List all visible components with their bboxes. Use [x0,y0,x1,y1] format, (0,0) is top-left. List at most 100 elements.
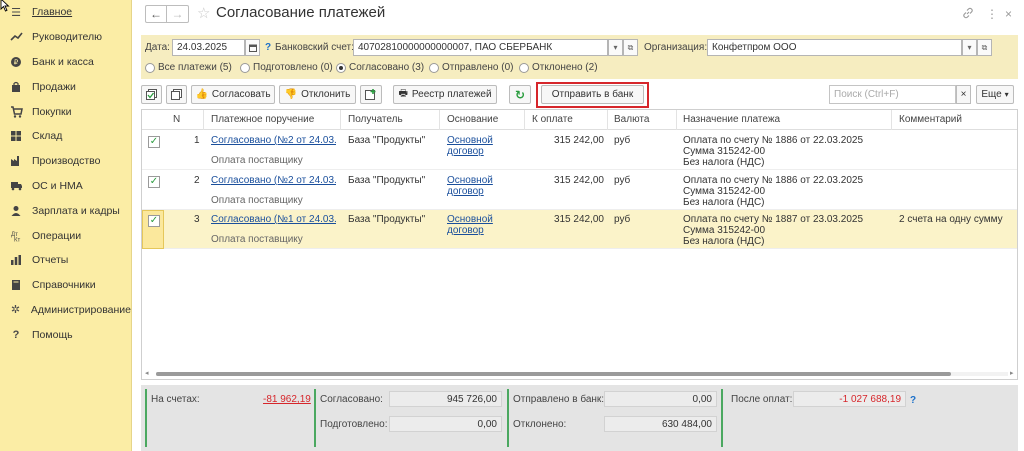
header-basis[interactable]: Основание [447,114,498,125]
uncheck-all-button[interactable] [166,85,187,104]
header-purpose[interactable]: Назначение платежа [683,114,780,125]
title-bar: ← → ☆ Согласование платежей ⋮ × [133,0,1024,30]
close-icon[interactable]: × [1005,7,1012,21]
sent-section: Отправлено в банк: 0,00 Отклонено: 630 4… [507,389,720,447]
header-n[interactable]: N [173,114,180,125]
basis-link[interactable]: Основной [447,135,493,146]
link-icon[interactable] [962,7,974,22]
cart-icon [9,105,23,119]
basis-link[interactable]: договор [447,225,484,236]
payment-order-link[interactable]: Согласовано (№1 от 24.03.... [211,214,336,225]
open-account-icon[interactable]: ⧉ [623,39,638,56]
sidebar-item-operations[interactable]: Дт Кт Операции [0,223,131,248]
basis-link[interactable]: Основной [447,175,493,186]
person-icon [9,204,23,218]
accounts-section: На счетах: -81 962,19 [145,389,313,447]
sidebar-item-purchases[interactable]: Покупки [0,99,131,124]
sidebar-item-help[interactable]: ? Помощь [0,322,131,347]
payment-order-sub: Оплата поставщику [211,195,303,206]
refresh-button[interactable]: ↻ [509,85,531,104]
radio-prepared[interactable]: Подготовлено (0) [240,62,333,73]
factory-icon [9,154,23,168]
account-field[interactable]: 40702810000000000007, ПАО СБЕРБАНК [353,39,608,56]
radio-label: Отправлено (0) [442,62,514,73]
header-currency[interactable]: Валюта [614,114,649,125]
payment-registry-button[interactable]: 🖶 Реестр платежей [393,85,497,104]
more-menu-icon[interactable]: ⋮ [986,7,998,21]
basis-link[interactable]: Основной [447,214,493,225]
more-button[interactable]: Еще ▾ [976,85,1014,104]
radio-approved[interactable]: Согласовано (3) [336,62,424,73]
calendar-icon[interactable] [245,39,260,56]
sidebar-item-reports[interactable]: Отчеты [0,248,131,273]
sidebar-item-production[interactable]: Производство [0,149,131,174]
accounts-value[interactable]: -81 962,19 [263,394,311,405]
purpose-line: Оплата по счету № 1887 от 23.03.2025 [683,214,864,225]
header-comment[interactable]: Комментарий [899,114,962,125]
sidebar-item-sales[interactable]: Продажи [0,74,131,99]
sidebar-item-admin[interactable]: ✲ Администрирование [0,298,131,323]
check-all-button[interactable] [141,85,162,104]
row-checkbox[interactable]: ✓ [148,215,160,227]
chevron-down-icon[interactable]: ▾ [608,39,623,56]
scroll-left-icon[interactable]: ◂ [145,369,149,377]
search-input[interactable]: Поиск (Ctrl+F) [829,85,956,104]
chevron-down-icon[interactable]: ▾ [962,39,977,56]
table-row[interactable]: ✓ 1 Согласовано (№2 от 24.03.... Оплата … [142,131,1017,170]
row-checkbox[interactable]: ✓ [148,136,160,148]
sidebar-item-label: Продажи [32,80,76,93]
sent-label: Отправлено в банк: [513,394,605,405]
page-title: Согласование платежей [216,4,386,21]
sidebar-item-label: Администрирование [30,303,131,316]
back-button[interactable]: ← [145,5,167,23]
payment-order-link[interactable]: Согласовано (№2 от 24.03.... [211,175,336,186]
approve-button[interactable]: 👍 Согласовать [191,85,275,104]
sidebar-item-bank[interactable]: ₽ Банк и касса [0,50,131,75]
help-icon[interactable]: ? [910,395,916,406]
help-icon[interactable]: ? [265,42,271,53]
sidebar-item-directories[interactable]: Справочники [0,273,131,298]
totals-footer: На счетах: -81 962,19 Согласовано: 945 7… [141,385,1018,451]
after-payments-label: После оплат: [731,394,793,405]
sidebar-item-label: Главное [32,6,73,19]
radio-all-payments[interactable]: Все платежи (5) [145,62,232,73]
table-header: N Платежное поручение Получатель Основан… [142,110,1017,130]
radio-rejected[interactable]: Отклонено (2) [519,62,598,73]
sidebar-item-assets[interactable]: ОС и НМА [0,174,131,199]
scrollbar-thumb[interactable] [156,372,951,376]
sidebar-item-warehouse[interactable]: Склад [0,124,131,149]
chevron-down-icon: ▾ [1004,90,1009,99]
reject-label: Отклонить [301,89,351,100]
sidebar-item-main[interactable]: ☰ Главное [0,0,131,25]
reject-button[interactable]: 👎 Отклонить [279,85,356,104]
radio-sent[interactable]: Отправлено (0) [429,62,513,73]
row-checkbox[interactable]: ✓ [148,176,160,188]
sidebar-item-label: Справочники [32,279,96,292]
table-row[interactable]: ✓ 3 Согласовано (№1 от 24.03.... Оплата … [142,210,1017,249]
sidebar-item-salary[interactable]: Зарплата и кадры [0,198,131,223]
basis-link[interactable]: договор [447,146,484,157]
create-button[interactable] [360,85,382,104]
horizontal-scrollbar[interactable] [156,372,1008,376]
approve-label: Согласовать [211,89,271,100]
scroll-right-icon[interactable]: ▸ [1010,369,1014,377]
date-field[interactable]: 24.03.2025 [172,39,245,56]
header-order[interactable]: Платежное поручение [211,114,314,125]
forward-button[interactable]: → [167,5,189,23]
search-clear-button[interactable]: × [956,85,971,104]
purpose-line: Сумма 315242-00 [683,225,766,236]
row-number: 1 [194,135,200,146]
rejected-label: Отклонено: [513,419,567,430]
purpose-line: Без налога (НДС) [683,157,765,168]
payment-order-link[interactable]: Согласовано (№2 от 24.03.... [211,135,336,146]
header-amount[interactable]: К оплате [532,114,573,125]
sidebar-item-manager[interactable]: Руководителю [0,25,131,50]
bag-icon [9,80,23,94]
basis-link[interactable]: договор [447,186,484,197]
organization-field[interactable]: Конфетпром ООО [707,39,962,56]
table-row[interactable]: ✓ 2 Согласовано (№2 от 24.03.... Оплата … [142,171,1017,210]
header-recipient[interactable]: Получатель [348,114,403,125]
currency-cell: руб [614,135,631,146]
open-organization-icon[interactable]: ⧉ [977,39,992,56]
favorite-star-icon[interactable]: ☆ [197,4,210,22]
